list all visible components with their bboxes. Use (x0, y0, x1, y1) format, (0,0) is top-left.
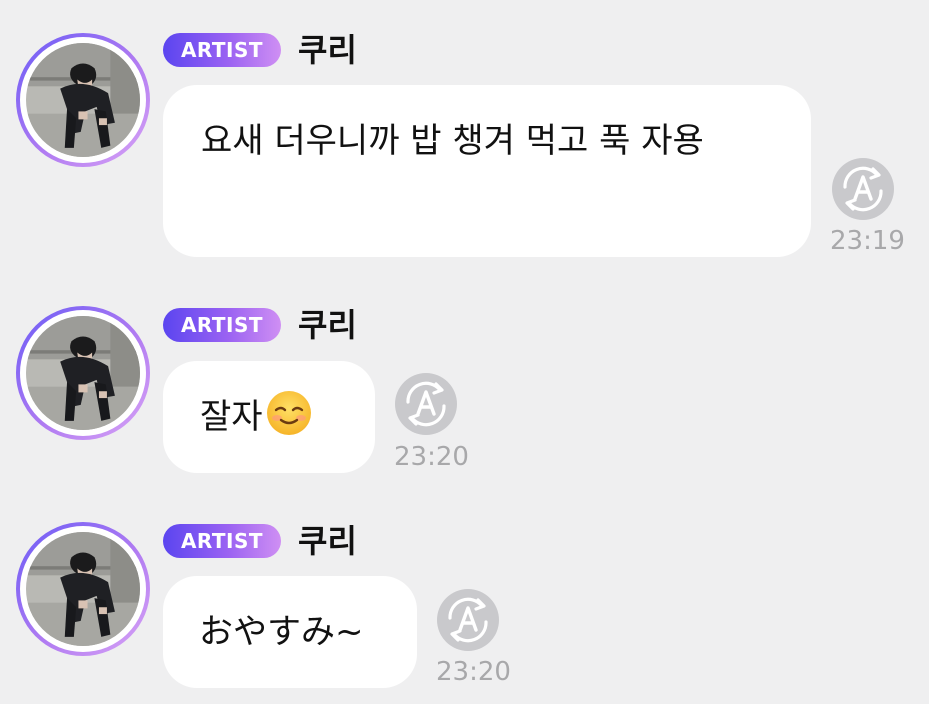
message-timestamp: 23:19 (830, 226, 905, 256)
artist-badge: ARTIST (163, 524, 281, 558)
translate-icon[interactable] (436, 588, 500, 652)
profile-photo (26, 316, 140, 430)
message-text: 잘자 (200, 397, 263, 437)
message-bubble[interactable]: 요새 더우니까 밥 챙겨 먹고 푹 자용 (163, 85, 811, 257)
message-text: おやすみ~ (199, 612, 364, 652)
avatar[interactable] (16, 33, 150, 167)
profile-photo (26, 532, 140, 646)
message-text: 요새 더우니까 밥 챙겨 먹고 푹 자용 (201, 121, 704, 161)
avatar-frame (20, 37, 146, 163)
avatar[interactable] (16, 306, 150, 440)
avatar-frame (20, 526, 146, 652)
artist-badge: ARTIST (163, 33, 281, 67)
message-bubble[interactable]: おやすみ~ (163, 576, 417, 688)
avatar[interactable] (16, 522, 150, 656)
artist-badge: ARTIST (163, 308, 281, 342)
message-timestamp: 23:20 (436, 657, 511, 687)
sender-name: 쿠리 (298, 31, 357, 69)
translate-icon[interactable] (394, 372, 458, 436)
avatar-frame (20, 310, 146, 436)
smiling-face-emoji (265, 389, 313, 437)
message-timestamp: 23:20 (394, 442, 469, 472)
translate-icon[interactable] (831, 157, 895, 221)
sender-name: 쿠리 (298, 522, 357, 560)
message-bubble[interactable]: 잘자 (163, 361, 375, 473)
profile-photo (26, 43, 140, 157)
sender-name: 쿠리 (298, 306, 357, 344)
